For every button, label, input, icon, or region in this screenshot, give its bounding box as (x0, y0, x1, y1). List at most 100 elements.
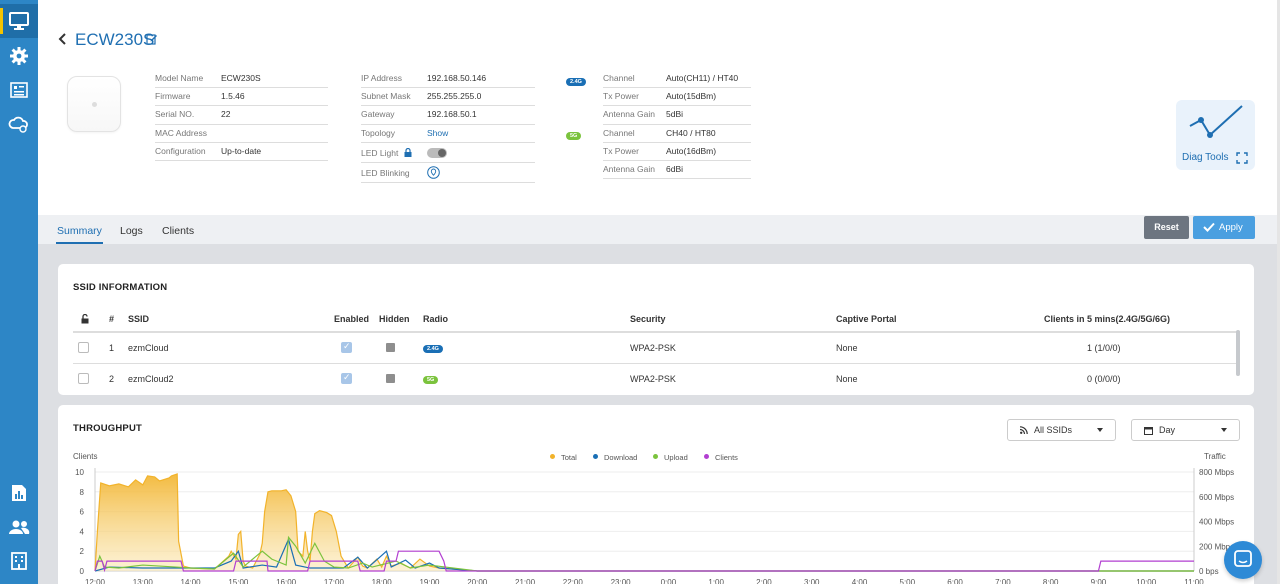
y2-tick-label: 600 Mbps (1199, 493, 1234, 502)
y2-tick-label: 400 Mbps (1199, 518, 1234, 527)
x-tick-label: 10:00 (1136, 578, 1157, 584)
y-tick-label: 4 (80, 527, 85, 536)
x-tick-label: 22:00 (563, 578, 584, 584)
report-icon (12, 485, 26, 501)
radio-badge-24g: 2.4G (566, 74, 586, 86)
x-tick-label: 15:00 (228, 578, 249, 584)
x-tick-label: 3:00 (804, 578, 820, 584)
info-row: Topology Show (361, 125, 535, 143)
tab-summary[interactable]: Summary (56, 225, 103, 244)
info-row: Tx Power Auto(16dBm) (603, 143, 751, 161)
x-tick-label: 12:00 (85, 578, 106, 584)
diag-tools-button[interactable]: Diag Tools (1176, 100, 1255, 170)
hidden-checkbox[interactable] (386, 343, 395, 352)
x-tick-label: 14:00 (181, 578, 202, 584)
nav-report[interactable] (0, 476, 38, 510)
series-total-area (95, 473, 1194, 571)
device-info-col3: Channel Auto(CH11) / HT40 Tx Power Auto(15… (603, 70, 751, 180)
throughput-card: THROUGHPUT All SSIDs Day Clients Traffic… (58, 405, 1254, 584)
building-icon (11, 552, 27, 570)
y-tick-label: 8 (80, 488, 85, 497)
y2-tick-label: 800 Mbps (1199, 468, 1234, 477)
info-row: Antenna Gain 5dBi (603, 106, 751, 125)
x-tick-label: 8:00 (1043, 578, 1059, 584)
info-row: LED Blinking (361, 163, 535, 183)
x-tick-label: 16:00 (276, 578, 297, 584)
tab-clients[interactable]: Clients (162, 225, 194, 237)
table-row[interactable]: 2 ezmCloud2 5G WPA2-PSK None 0 (0/0/0) (73, 364, 1240, 395)
info-row: LED Light (361, 143, 535, 163)
chat-icon (1234, 550, 1252, 567)
enabled-checkbox[interactable] (341, 341, 352, 353)
chat-button[interactable] (1224, 541, 1262, 579)
diag-tools-label: Diag Tools (1182, 152, 1229, 163)
device-title: ECW230S (75, 30, 155, 49)
gear-icon (10, 47, 28, 65)
x-tick-label: 23:00 (611, 578, 632, 584)
y-tick-label: 6 (80, 508, 85, 517)
info-row: MAC Address (155, 125, 328, 143)
chevron-left-icon (58, 33, 66, 45)
tab-logs[interactable]: Logs (120, 225, 143, 237)
nav-settings[interactable] (0, 39, 38, 73)
hidden-checkbox[interactable] (386, 374, 395, 383)
throughput-chart: 02468100 bps200 Mbps400 Mbps600 Mbps800 … (75, 468, 1234, 584)
left-nav (0, 0, 38, 584)
table-scrollbar[interactable] (1236, 330, 1240, 376)
info-row: Subnet Mask 255.255.255.0 (361, 88, 535, 107)
y2-tick-label: 0 bps (1199, 567, 1219, 576)
info-row: Channel Auto(CH11) / HT40 (603, 70, 751, 89)
trend-chart-icon (1189, 105, 1243, 138)
info-row: Tx Power Auto(15dBm) (603, 88, 751, 107)
row-checkbox[interactable] (78, 342, 89, 353)
apply-button[interactable]: Apply (1193, 216, 1255, 239)
info-row: Gateway 192.168.50.1 (361, 106, 535, 125)
nav-list[interactable] (0, 73, 38, 107)
lock-icon (404, 147, 412, 157)
row-checkbox[interactable] (78, 373, 89, 384)
lock-header-icon (81, 314, 89, 324)
cloud-icon (8, 116, 28, 133)
x-tick-label: 0:00 (661, 578, 677, 584)
radio-badge: 5G (423, 376, 439, 384)
locate-icon[interactable] (427, 165, 440, 179)
ssid-card: SSID INFORMATION # SSID Enabled Hidden R… (58, 264, 1254, 395)
x-tick-label: 1:00 (708, 578, 724, 584)
x-tick-label: 4:00 (852, 578, 868, 584)
monitor-icon (9, 12, 29, 30)
info-row: Channel CH40 / HT80 (603, 125, 751, 143)
info-row: Configuration Up-to-date (155, 143, 328, 161)
apply-label: Apply (1219, 222, 1243, 233)
info-row: Firmware 1.5.46 (155, 88, 328, 107)
led-light-toggle[interactable] (427, 147, 447, 158)
info-row: IP Address 192.168.50.146 (361, 70, 535, 89)
ssid-card-title: SSID INFORMATION (73, 282, 168, 293)
x-tick-label: 9:00 (1091, 578, 1107, 584)
x-tick-label: 17:00 (324, 578, 345, 584)
list-icon (10, 82, 28, 98)
reset-button[interactable]: Reset (1144, 216, 1189, 239)
info-row: Antenna Gain 6dBi (603, 161, 751, 180)
nav-cloud[interactable] (0, 107, 38, 141)
x-tick-label: 18:00 (372, 578, 393, 584)
x-tick-label: 19:00 (419, 578, 440, 584)
nav-users[interactable] (0, 510, 38, 544)
y-tick-label: 0 (80, 567, 85, 576)
nav-building[interactable] (0, 544, 38, 578)
nav-monitor[interactable] (0, 4, 38, 38)
edit-icon[interactable] (146, 33, 158, 48)
x-tick-label: 13:00 (133, 578, 154, 584)
topology-show-link[interactable]: Show (427, 125, 448, 141)
x-tick-label: 11:00 (1184, 578, 1204, 584)
x-tick-label: 21:00 (515, 578, 536, 584)
x-tick-label: 7:00 (995, 578, 1011, 584)
x-tick-label: 5:00 (900, 578, 916, 584)
x-tick-label: 6:00 (947, 578, 963, 584)
back-button[interactable] (58, 30, 72, 50)
enabled-checkbox[interactable] (341, 372, 352, 384)
device-image (67, 76, 121, 132)
x-tick-label: 20:00 (467, 578, 488, 584)
radio-badge-5g: 5G (566, 128, 582, 140)
tabs-bar: Summary Logs Clients (38, 215, 1280, 244)
table-row[interactable]: 1 ezmCloud 2.4G WPA2-PSK None 1 (1/0/0) (73, 333, 1240, 364)
